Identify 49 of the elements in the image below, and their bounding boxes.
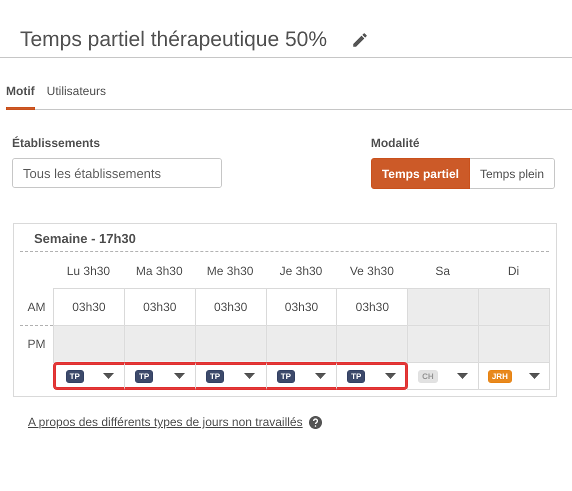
day-header: Ve 3h30 — [348, 263, 395, 280]
pm-cell[interactable] — [478, 325, 550, 363]
day-header: Di — [506, 263, 520, 280]
day-header: Je 3h30 — [278, 263, 324, 280]
day-type-tag: JRH — [488, 370, 512, 382]
pm-cell[interactable] — [53, 325, 125, 363]
day-type-tag: TP — [66, 370, 84, 382]
day-type-select[interactable]: TP — [336, 362, 408, 390]
caret-icon — [457, 373, 468, 379]
tab[interactable]: Motif — [6, 80, 35, 110]
establishments-field[interactable]: Tous les établissements — [12, 158, 222, 188]
pm-cell[interactable] — [124, 325, 196, 363]
day-type-select[interactable]: TP — [124, 362, 196, 390]
pm-cell[interactable] — [194, 325, 267, 363]
week-title: Semaine - 17h30 — [20, 224, 549, 252]
caret-icon — [244, 373, 256, 379]
help-link[interactable]: A propos des différents types de jours non travaillés — [28, 415, 303, 429]
day-type-select[interactable]: TP — [194, 362, 267, 390]
am-cell[interactable] — [478, 288, 550, 326]
day-type-select[interactable]: TP — [53, 362, 125, 390]
pm-cell[interactable] — [336, 325, 408, 363]
day-header: Me 3h30 — [206, 263, 254, 280]
help-icon[interactable] — [308, 416, 322, 428]
caret-icon — [529, 373, 540, 379]
modality-option[interactable]: Temps partiel — [370, 158, 470, 189]
day-type-tag: CH — [418, 370, 438, 382]
day-type-tag: TP — [135, 370, 154, 382]
field-label: Modalité — [370, 136, 420, 150]
page-title: Temps partiel thérapeutique 50% — [20, 28, 328, 52]
am-cell[interactable]: 03h30 — [53, 288, 125, 326]
am-cell[interactable] — [407, 288, 480, 326]
pm-cell[interactable] — [266, 325, 338, 363]
field-label: Établissements — [12, 136, 102, 150]
modality-option[interactable]: Temps plein — [470, 158, 555, 189]
day-type-select[interactable]: TP — [266, 362, 338, 390]
row-label: AM — [26, 298, 46, 316]
day-header: Lu 3h30 — [66, 263, 112, 280]
day-header: Ma 3h30 — [134, 263, 184, 280]
tab[interactable]: Utilisateurs — [46, 80, 106, 110]
edit-icon[interactable] — [351, 30, 370, 48]
caret-icon — [315, 373, 326, 379]
pm-cell[interactable] — [407, 325, 480, 363]
caret-icon — [384, 373, 396, 379]
day-header: Sa — [434, 263, 452, 280]
day-type-tag: TP — [347, 370, 366, 382]
caret-icon — [103, 373, 114, 379]
caret-icon — [174, 373, 185, 379]
day-type-tag: TP — [276, 370, 295, 382]
day-type-tag: TP — [206, 370, 224, 382]
